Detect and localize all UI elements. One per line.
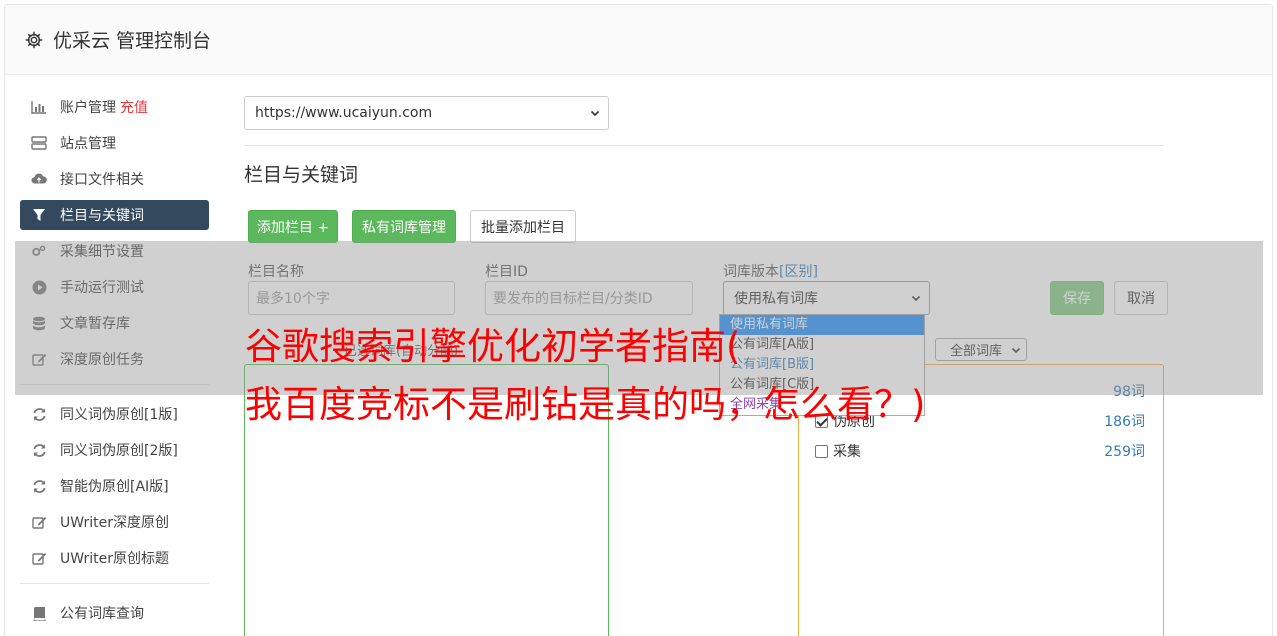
column-name-input[interactable]: 最多10个字 (248, 281, 455, 315)
edit-icon (31, 514, 47, 530)
sidebar-item-synonym-v1[interactable]: 同义词伪原创[1版] (20, 399, 209, 429)
section-title: 栏目与关键词 (244, 164, 359, 186)
divider (244, 145, 1164, 146)
sidebar-item-label: 接口文件相关 (60, 172, 144, 188)
sidebar-item-deep-original[interactable]: 深度原创任务 (20, 344, 209, 374)
sidebar-item-uwriter-deep[interactable]: UWriter深度原创 (20, 507, 209, 537)
sidebar-item-label: 同义词伪原创[2版] (60, 443, 178, 459)
sidebar-item-api-files[interactable]: 接口文件相关 (20, 164, 209, 194)
sidebar-nav: 账户管理 充值 站点管理 接口文件相关 栏目与关键词 采集细节设置 手动运行测试… (20, 92, 209, 634)
app-title: 优采云 管理控制台 (53, 30, 212, 52)
database-icon (31, 315, 47, 331)
edit-icon (31, 550, 47, 566)
sidebar-item-label: 站点管理 (60, 136, 116, 152)
site-select[interactable]: https://www.ucaiyun.com (244, 96, 609, 130)
sidebar-item-sites[interactable]: 站点管理 (20, 128, 209, 158)
sidebar-item-label: UWriter深度原创 (60, 515, 169, 531)
sidebar-item-label: 账户管理 (60, 100, 116, 116)
column-name-label: 栏目名称 (248, 264, 304, 280)
lexicon-count: 98词 (1113, 384, 1145, 400)
sidebar-item-collect-settings[interactable]: 采集细节设置 (20, 236, 209, 266)
play-circle-icon (31, 279, 47, 295)
lexicon-version-select[interactable]: 使用私有词库 (723, 281, 930, 315)
chevron-down-icon (911, 295, 921, 302)
lexicon-checkbox[interactable] (815, 444, 828, 458)
sidebar-item-label: 深度原创任务 (60, 352, 144, 368)
sidebar-item-columns-keywords[interactable]: 栏目与关键词 (20, 200, 209, 230)
bar-chart-icon (31, 99, 47, 115)
lexicon-count: 259词 (1104, 444, 1145, 460)
cloud-upload-icon (31, 171, 47, 187)
overlay-headline-line1: 谷歌搜索引擎优化初学者指南( (245, 325, 741, 368)
difference-link[interactable]: [区别] (779, 264, 818, 280)
sidebar-divider (20, 583, 209, 584)
chevron-down-icon (590, 110, 600, 117)
batch-add-column-button[interactable]: 批量添加栏目 (470, 210, 576, 243)
sidebar-item-label: 公有词库查询 (60, 606, 144, 622)
server-icon (31, 135, 47, 151)
refresh-icon (31, 406, 47, 422)
gear-icon (25, 31, 43, 48)
lexicon-row[interactable]: 采集 259词 (815, 441, 1145, 461)
sidebar-divider (20, 384, 209, 385)
sidebar-item-label: 手动运行测试 (60, 280, 144, 296)
sidebar-item-label: 智能伪原创[AI版] (60, 479, 169, 495)
overlay-headline-line2: 我百度竞标不是刷钻是真的吗，怎么看？) (245, 383, 926, 426)
edit-icon (31, 351, 47, 367)
sidebar-item-label: 采集细节设置 (60, 244, 144, 260)
private-lexicon-button[interactable]: 私有词库管理 (352, 210, 456, 243)
sidebar-item-label: UWriter原创标题 (60, 551, 169, 567)
sidebar-item-uwriter-title[interactable]: UWriter原创标题 (20, 543, 209, 573)
book-icon (31, 605, 47, 621)
cancel-button[interactable]: 取消 (1114, 281, 1168, 315)
sidebar-item-account[interactable]: 账户管理 充值 (20, 92, 209, 122)
filter-icon (31, 207, 47, 223)
cogs-icon (31, 243, 47, 259)
sidebar-item-manual-run[interactable]: 手动运行测试 (20, 272, 209, 302)
lexicon-version-label-text: 词库版本 (723, 264, 779, 280)
refresh-icon (31, 442, 47, 458)
column-id-label: 栏目ID (485, 264, 528, 280)
refresh-icon (31, 478, 47, 494)
sidebar-item-article-storage[interactable]: 文章暂存库 (20, 308, 209, 338)
lexicon-version-label: 词库版本[区别] (723, 261, 818, 281)
sidebar-item-label: 文章暂存库 (60, 316, 130, 332)
site-select-value: https://www.ucaiyun.com (255, 105, 433, 121)
save-button[interactable]: 保存 (1050, 281, 1104, 315)
app-header: 优采云 管理控制台 (5, 5, 1272, 75)
recharge-link[interactable]: 充值 (120, 97, 148, 117)
lexicon-count: 186词 (1104, 414, 1145, 430)
sidebar-item-label: 同义词伪原创[1版] (60, 407, 178, 423)
add-column-button[interactable]: 添加栏目 + (248, 210, 338, 243)
sidebar-item-public-lexicon[interactable]: 公有词库查询 (20, 598, 209, 628)
sidebar-item-synonym-v2[interactable]: 同义词伪原创[2版] (20, 435, 209, 465)
overlay-headline: 谷歌搜索引擎优化初学者指南( 我百度竞标不是刷钻是真的吗，怎么看？) (245, 318, 1075, 434)
lexicon-name: 采集 (833, 444, 861, 460)
column-id-input[interactable]: 要发布的目标栏目/分类ID (485, 281, 693, 315)
sidebar-item-label: 栏目与关键词 (60, 208, 144, 224)
sidebar-item-ai-rewrite[interactable]: 智能伪原创[AI版] (20, 471, 209, 501)
lexicon-version-value: 使用私有词库 (734, 291, 818, 307)
